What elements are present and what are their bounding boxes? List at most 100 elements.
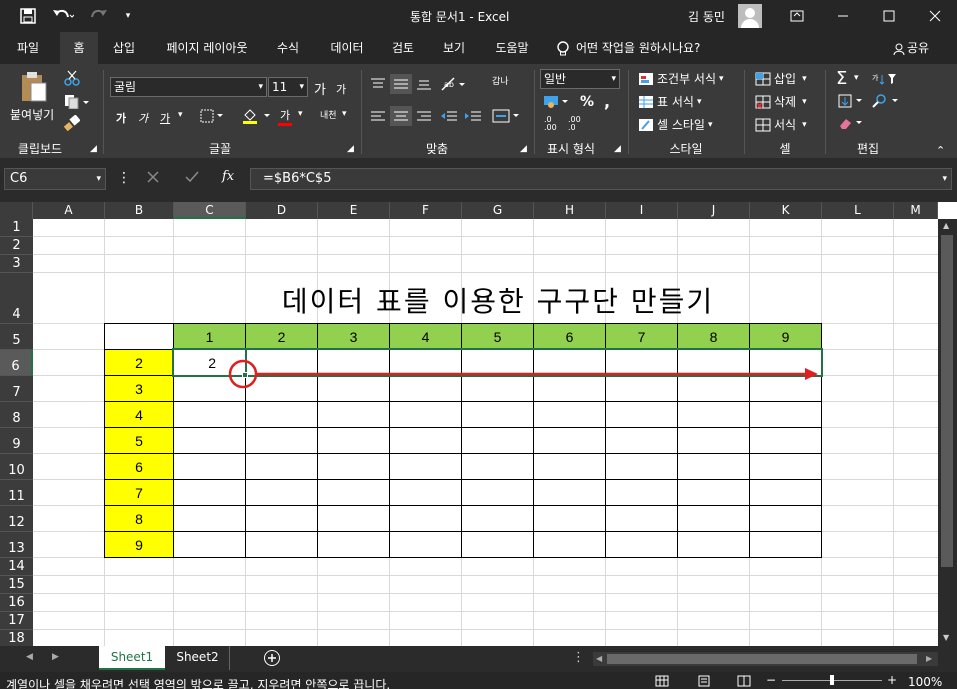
border-icon[interactable] [200,109,224,123]
next-sheet-icon[interactable]: ▶ [52,652,59,662]
avatar[interactable] [738,4,762,28]
increase-decimal-button[interactable]: .0 .00 [544,116,566,132]
ribbon-display-icon[interactable] [782,4,812,28]
maximize-icon[interactable] [874,4,904,28]
prev-sheet-icon[interactable]: ◀ [26,652,33,662]
tab-data[interactable]: 데이터 [321,32,373,64]
underline-button[interactable]: 가 [160,110,170,126]
format-as-table-button[interactable]: 표 서식 ▾ [638,93,701,110]
dialog-launcher-icon[interactable]: ◢ [614,144,621,154]
paste-label[interactable]: 붙여넣기 [10,106,54,123]
tab-page-layout[interactable]: 페이지 레이아웃 [155,32,259,64]
insert-function-button[interactable]: fx [222,169,234,184]
scroll-left-icon[interactable]: ◀ [596,654,602,663]
shrink-font-button[interactable]: 가 [336,81,346,97]
sheet-tab-sheet1[interactable]: Sheet1 [99,646,165,670]
name-box[interactable]: C6 ▾ [4,168,106,190]
tab-file[interactable]: 파일 [4,32,52,64]
chevron-down-icon[interactable]: ▾ [178,110,183,120]
collapse-ribbon-icon[interactable]: ⌃ [936,144,945,157]
zoom-out-button[interactable]: − [766,673,776,687]
font-size-combo[interactable]: 11 ▾ [268,77,308,97]
autosum-button[interactable]: Σ [836,68,847,89]
copy-icon[interactable] [64,93,90,109]
formula-input[interactable]: =$B6*C$5 ▾ [250,168,952,190]
delete-cells-button[interactable]: 삭제 ▾ [755,93,807,110]
scroll-down-icon[interactable]: ▼ [943,633,949,642]
horizontal-scroll-thumb[interactable] [607,654,917,664]
chevron-down-icon[interactable]: ▾ [342,109,347,119]
new-sheet-icon[interactable] [263,649,281,667]
sort-filter-icon[interactable]: 가 [872,72,900,86]
format-painter-icon[interactable] [64,115,80,131]
tab-formulas[interactable]: 수식 [268,32,308,64]
font-name-combo[interactable]: 굴림 ▾ [110,77,267,97]
chevron-down-icon[interactable]: ▾ [854,73,859,83]
tab-home[interactable]: 홈 [60,32,98,64]
more-options-icon[interactable]: ⋮ [572,650,585,665]
align-right-icon[interactable] [416,110,432,122]
vertical-scrollbar[interactable]: ▲ ▼ [938,219,957,646]
clear-icon[interactable] [838,116,866,130]
tell-me-search[interactable]: 어떤 작업을 원하시나요? [556,32,700,64]
share-button[interactable]: 공유 [893,32,929,64]
save-icon[interactable] [16,6,40,26]
dialog-launcher-icon[interactable]: ◢ [347,144,354,154]
undo-icon[interactable] [48,6,78,26]
customize-qat-icon[interactable]: ▾ [122,6,134,26]
font-color-button[interactable]: 가 [278,107,292,126]
tab-help[interactable]: 도움말 [484,32,540,64]
phonetic-button[interactable]: 내천 [320,108,337,121]
align-bottom-icon[interactable] [416,78,432,90]
wrap-text-button[interactable]: 갑나 [492,74,509,87]
page-layout-view-icon[interactable] [697,675,711,687]
cell-styles-button[interactable]: 셀 스타일 ▾ [638,116,713,133]
dialog-launcher-icon[interactable]: ◢ [90,144,97,154]
zoom-slider-thumb[interactable] [830,675,834,685]
paste-icon[interactable] [18,70,52,104]
redo-icon[interactable] [86,6,116,26]
spreadsheet-grid[interactable]: A B C D E F G H I J K L M 1 2 3 4 5 6 7 … [0,202,957,646]
dialog-launcher-icon[interactable]: ◢ [520,144,527,154]
sheet-tab-sheet2[interactable]: Sheet2 [166,646,230,670]
align-center-icon[interactable] [390,106,412,126]
fill-color-icon[interactable] [242,107,272,125]
align-middle-icon[interactable] [390,74,412,94]
zoom-level[interactable]: 100% [908,675,942,689]
decrease-decimal-button[interactable]: .00 .0 [568,116,590,132]
find-select-icon[interactable] [872,94,902,108]
page-break-view-icon[interactable] [737,675,751,687]
italic-button[interactable]: 가 [138,110,148,126]
accounting-format-icon[interactable] [543,93,571,109]
merge-center-icon[interactable] [492,109,520,123]
tab-insert[interactable]: 삽입 [104,32,144,64]
grow-font-button[interactable]: 가 [314,79,326,98]
bold-button[interactable]: 가 [116,110,126,126]
tab-view[interactable]: 보기 [434,32,474,64]
close-icon[interactable] [920,4,950,28]
format-cells-button[interactable]: 서식 ▾ [755,116,807,133]
chevron-down-icon[interactable]: ▾ [298,109,303,119]
enter-icon[interactable] [184,170,200,184]
fill-icon[interactable] [838,94,866,108]
insert-cells-button[interactable]: 삽입 ▾ [755,70,807,87]
conditional-format-button[interactable]: 조건부 서식 ▾ [638,70,724,87]
zoom-in-button[interactable]: + [887,673,897,687]
vertical-scroll-thumb[interactable] [941,235,953,567]
orientation-icon[interactable]: ab [440,76,466,92]
increase-indent-icon[interactable] [464,110,482,122]
scroll-up-icon[interactable]: ▲ [943,221,949,230]
comma-button[interactable]: , [604,92,610,111]
number-format-combo[interactable]: 일반 ▾ [540,69,620,89]
more-options-icon[interactable]: ⋮ [117,170,131,186]
percent-button[interactable]: % [580,94,594,110]
scroll-right-icon[interactable]: ▶ [926,654,932,663]
align-left-icon[interactable] [370,110,386,122]
cancel-icon[interactable] [146,170,160,184]
cut-icon[interactable] [64,70,80,86]
normal-view-icon[interactable] [655,675,669,687]
minimize-icon[interactable] [828,4,858,28]
user-name[interactable]: 김 동민 [688,8,725,25]
decrease-indent-icon[interactable] [440,110,458,122]
horizontal-scrollbar[interactable]: ◀ ▶ [593,652,938,666]
